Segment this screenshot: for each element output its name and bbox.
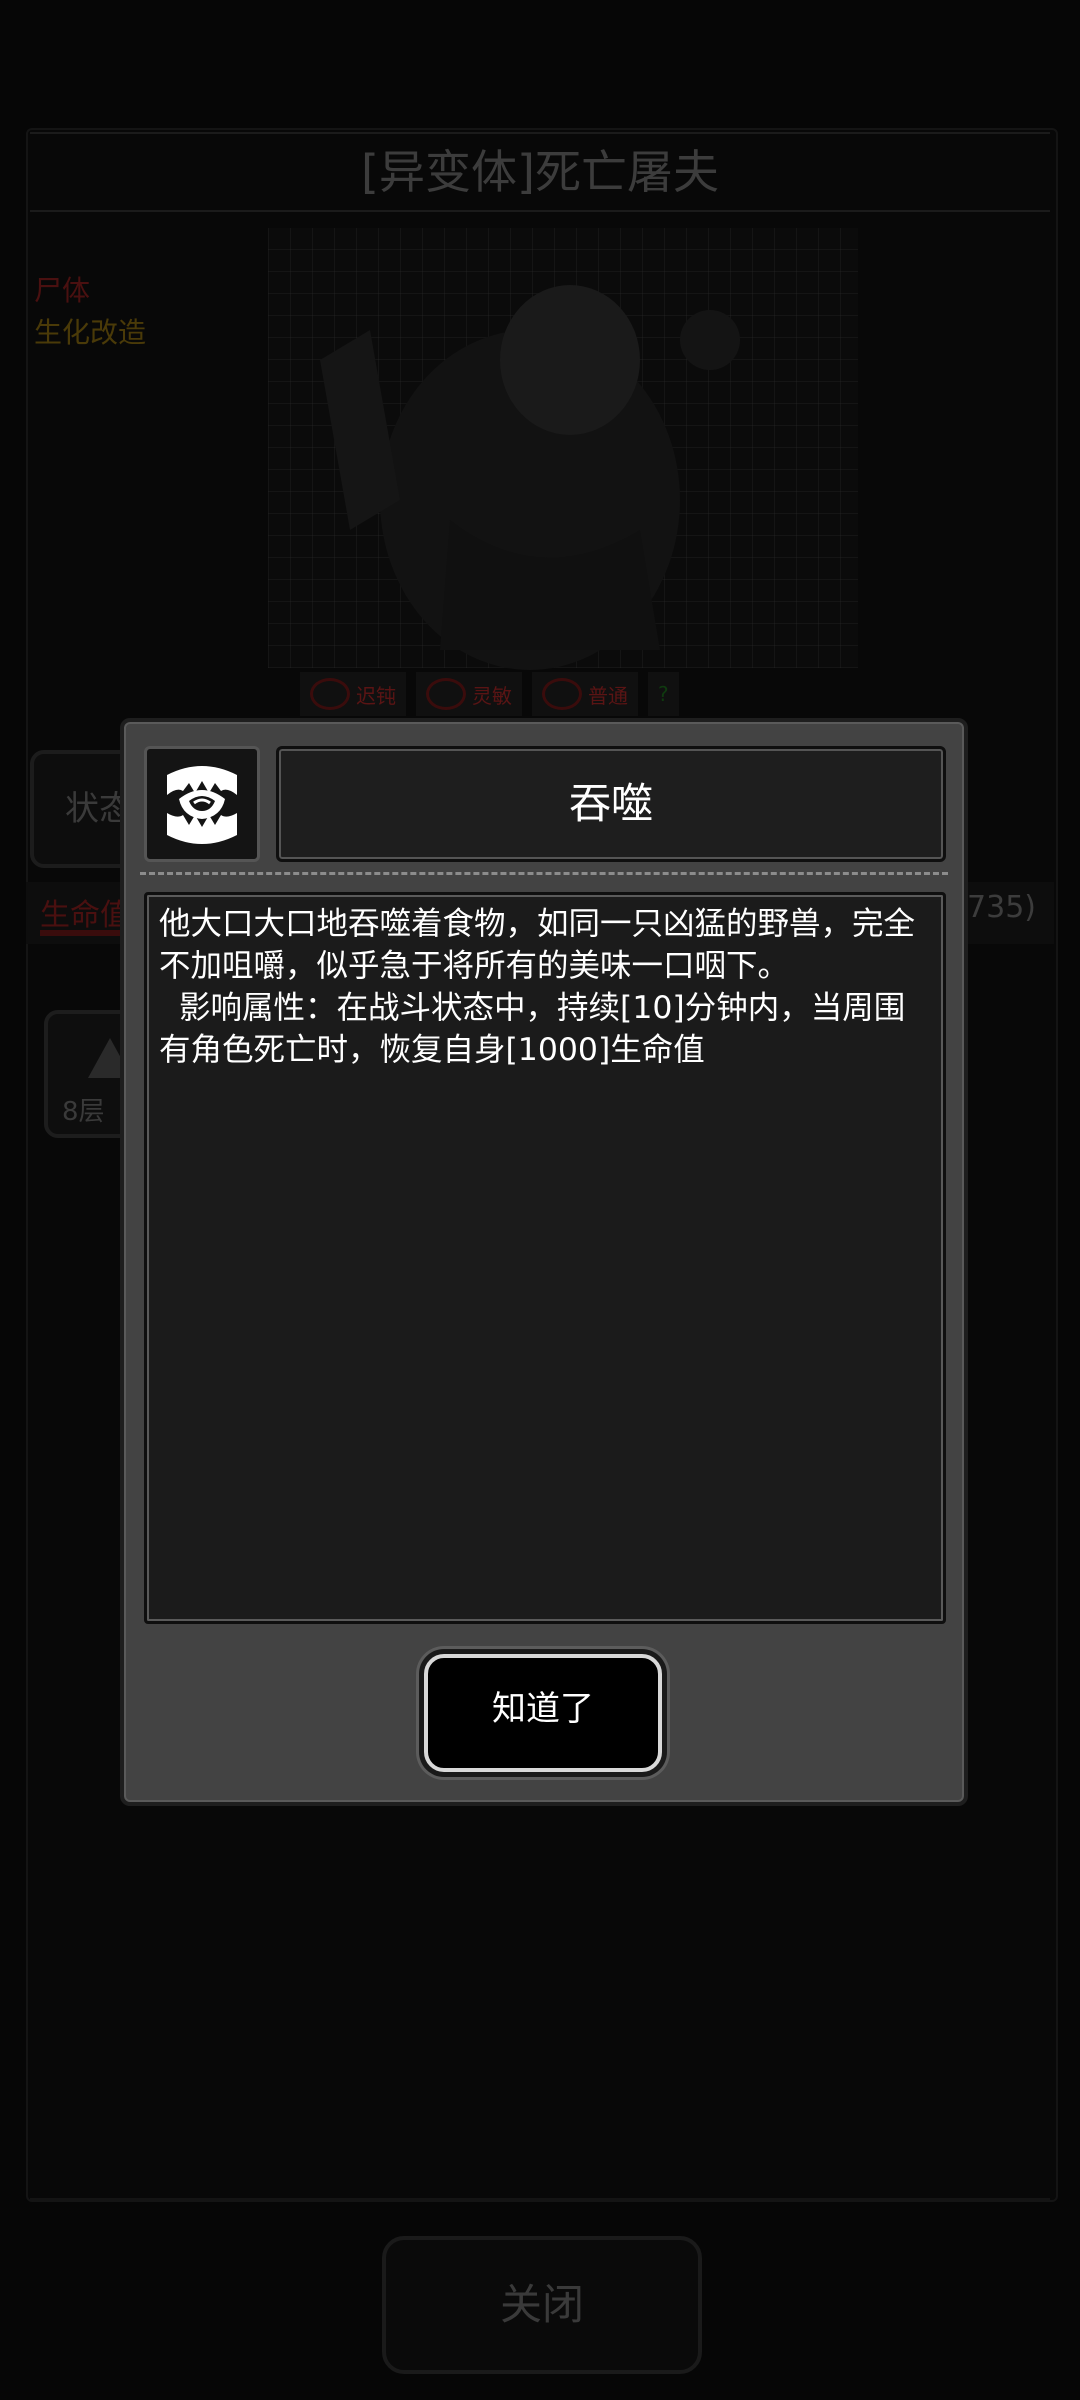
eye-icon: [310, 678, 350, 710]
ok-button[interactable]: 知道了: [424, 1654, 662, 1772]
skill-info-dialog: 吞噬 他大口大口地吞噬着食物，如同一只凶猛的野兽，完全不加咀嚼，似乎急于将所有的…: [120, 718, 968, 1806]
tag-unknown: ?: [648, 672, 679, 716]
monster-traits: 尸体 生化改造: [34, 270, 146, 354]
dashed-divider: [140, 872, 948, 875]
ear-icon: [426, 678, 466, 710]
divider: [30, 2198, 1050, 2200]
monster-title: [异变体]死亡屠夫: [30, 132, 1050, 212]
tag-normal: 普通: [532, 672, 638, 716]
trait-corpse: 尸体: [34, 274, 91, 307]
tag-agile: 灵敏: [416, 672, 522, 716]
tag-slow: 迟钝: [300, 672, 406, 716]
trait-biomod: 生化改造: [34, 316, 147, 349]
skill-description-box[interactable]: 他大口大口地吞噬着食物，如同一只凶猛的野兽，完全不加咀嚼，似乎急于将所有的美味一…: [144, 892, 946, 1624]
buff-stack-label: 8层: [62, 1097, 105, 1127]
question-icon: ?: [658, 682, 669, 706]
skill-title-box: 吞噬: [276, 746, 946, 862]
game-screen: [异变体]死亡屠夫 尸体 生化改造 迟钝 灵敏 普通 ? 状态 生命值 2735…: [0, 0, 1080, 2400]
skill-description: 他大口大口地吞噬着食物，如同一只凶猛的野兽，完全不加咀嚼，似乎急于将所有的美味一…: [159, 906, 916, 1068]
skill-title: 吞噬: [568, 779, 653, 828]
skill-icon-frame: [144, 746, 260, 862]
devour-mouth-icon: [167, 766, 237, 844]
hp-label: 生命值: [40, 898, 130, 933]
nose-icon: [542, 678, 582, 710]
monster-portrait: [320, 285, 740, 670]
close-button[interactable]: 关闭: [382, 2236, 702, 2374]
monster-tags: 迟钝 灵敏 普通 ?: [300, 672, 800, 716]
